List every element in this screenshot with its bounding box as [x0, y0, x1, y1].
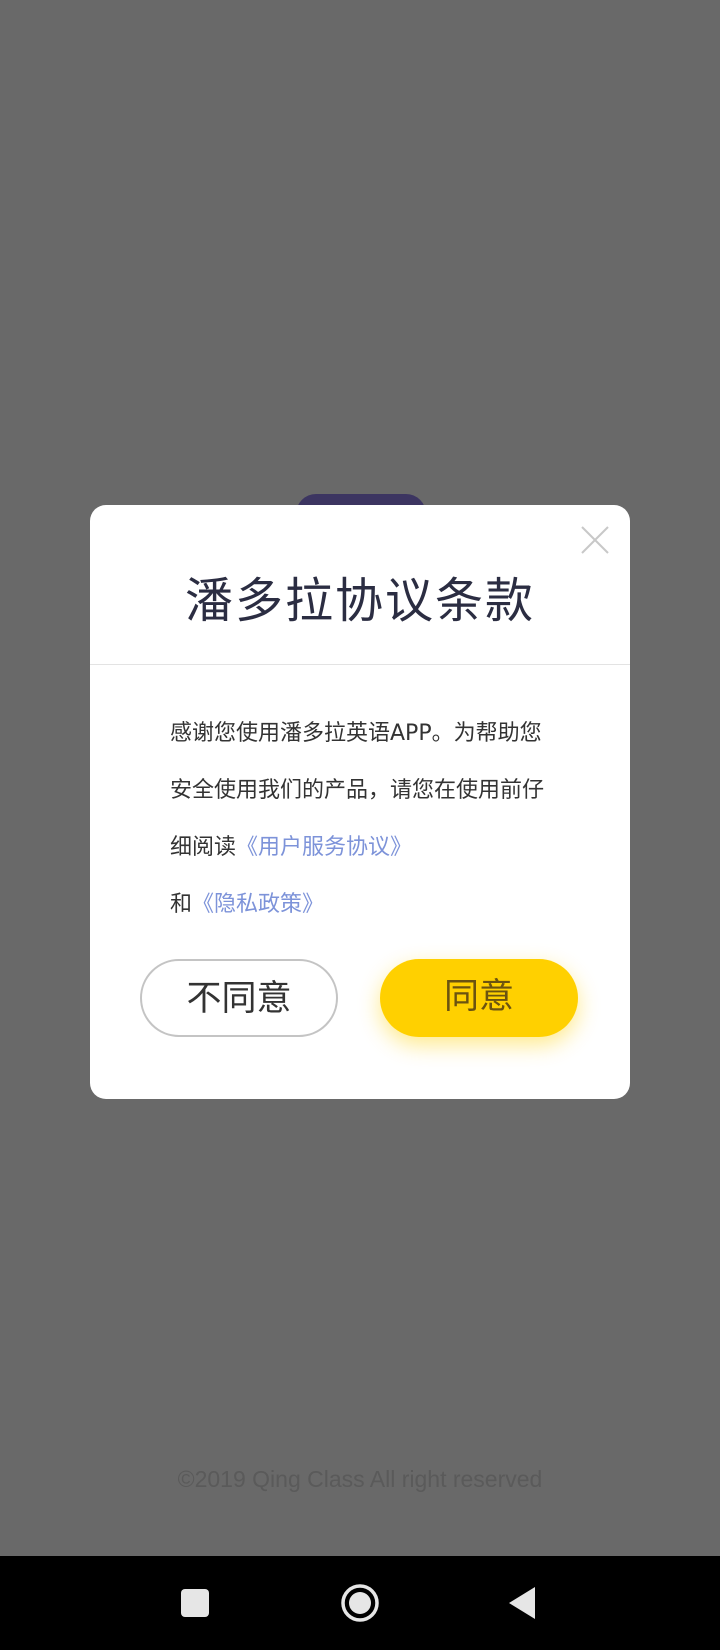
dialog-title: 潘多拉协议条款	[184, 573, 535, 629]
back-button[interactable]	[503, 1583, 543, 1623]
body-text-and: 和	[170, 892, 193, 917]
recents-button[interactable]	[175, 1583, 215, 1623]
close-icon	[581, 526, 609, 554]
copyright-text: ©2019 Qing Class All right reserved	[177, 1466, 543, 1492]
home-button[interactable]	[340, 1583, 380, 1623]
agree-button[interactable]: 同意	[380, 959, 578, 1037]
triangle-back-icon	[509, 1587, 535, 1619]
user-agreement-link[interactable]: 《用户服务协议》	[236, 835, 412, 860]
privacy-policy-link[interactable]: 《隐私政策》	[192, 892, 324, 917]
dialog-body: 感谢您使用潘多拉英语APP。为帮助您安全使用我们的产品，请您在使用前仔细阅读《用…	[170, 705, 560, 933]
title-divider	[90, 664, 630, 665]
system-navigation-bar	[0, 1556, 720, 1650]
disagree-button[interactable]: 不同意	[140, 959, 338, 1037]
circle-icon	[341, 1584, 379, 1622]
close-button[interactable]	[578, 523, 612, 557]
screen: ©2019 Qing Class All right reserved 潘多拉协…	[0, 0, 720, 1650]
agreement-dialog: 潘多拉协议条款 感谢您使用潘多拉英语APP。为帮助您安全使用我们的产品，请您在使…	[90, 505, 630, 1099]
square-icon	[181, 1589, 209, 1617]
